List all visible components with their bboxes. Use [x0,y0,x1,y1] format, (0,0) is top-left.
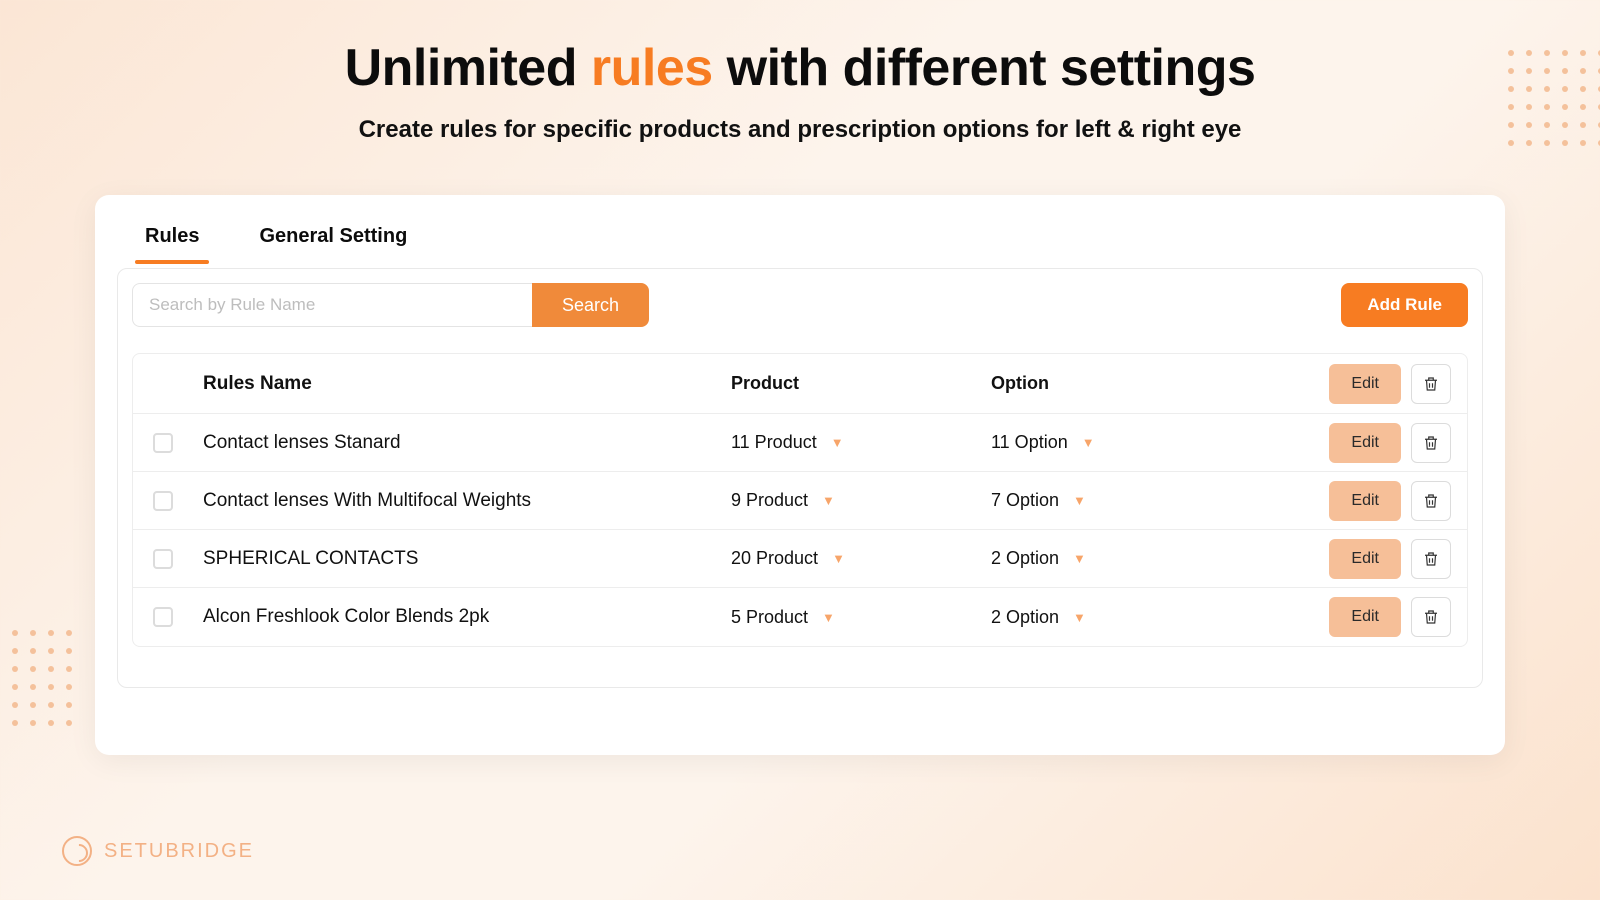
edit-button[interactable]: Edit [1329,539,1401,579]
header-actions: Edit [1251,364,1451,404]
row-checkbox[interactable] [153,549,173,569]
edit-button[interactable]: Edit [1329,423,1401,463]
trash-icon [1422,375,1440,393]
delete-button[interactable] [1411,364,1451,404]
row-checkbox[interactable] [153,607,173,627]
rules-card: Rules General Setting Search Add Rule Ru… [95,195,1505,755]
table-row: Contact lenses With Multifocal Weights 9… [133,472,1467,530]
row-checkbox[interactable] [153,433,173,453]
search-input[interactable] [132,283,532,327]
tab-rules[interactable]: Rules [145,225,199,262]
search-group: Search [132,283,649,327]
toolbar: Search Add Rule [132,283,1468,327]
product-count: 20 Product [731,548,818,569]
tabs: Rules General Setting [117,225,1483,262]
title-post: with different settings [713,39,1256,97]
brand-name: SETUBRIDGE [104,840,254,863]
table-row: Alcon Freshlook Color Blends 2pk 5 Produ… [133,588,1467,646]
search-button[interactable]: Search [532,283,649,327]
header-option: Option [991,373,1251,394]
row-checkbox[interactable] [153,491,173,511]
delete-button[interactable] [1411,539,1451,579]
chevron-down-icon[interactable]: ▼ [822,493,835,508]
header-product: Product [731,373,991,394]
chevron-down-icon[interactable]: ▼ [1073,551,1086,566]
table-header-row: Rules Name Product Option Edit [133,354,1467,414]
brand-mark-icon [62,836,92,866]
delete-button[interactable] [1411,481,1451,521]
edit-button[interactable]: Edit [1329,481,1401,521]
trash-icon [1422,608,1440,626]
brand-logo: SETUBRIDGE [62,836,254,866]
rule-name: Contact lenses With Multifocal Weights [193,490,731,512]
product-count: 9 Product [731,490,808,511]
page-title: Unlimited rules with different settings [0,38,1600,98]
title-accent: rules [591,39,713,97]
edit-button[interactable]: Edit [1329,364,1401,404]
rules-table: Rules Name Product Option Edit Contact l… [132,353,1468,647]
chevron-down-icon[interactable]: ▼ [1073,493,1086,508]
product-count: 11 Product [731,432,817,453]
option-count: 2 Option [991,607,1059,628]
chevron-down-icon[interactable]: ▼ [1082,435,1095,450]
edit-button[interactable]: Edit [1329,597,1401,637]
decorative-dots [0,630,72,726]
chevron-down-icon[interactable]: ▼ [831,435,844,450]
trash-icon [1422,492,1440,510]
table-row: SPHERICAL CONTACTS 20 Product ▼ 2 Option ▼… [133,530,1467,588]
trash-icon [1422,550,1440,568]
chevron-down-icon[interactable]: ▼ [822,610,835,625]
add-rule-button[interactable]: Add Rule [1341,283,1468,327]
rules-panel: Search Add Rule Rules Name Product Optio… [117,268,1483,688]
trash-icon [1422,434,1440,452]
product-count: 5 Product [731,607,808,628]
page-heading: Unlimited rules with different settings … [0,0,1600,144]
option-count: 7 Option [991,490,1059,511]
chevron-down-icon[interactable]: ▼ [832,551,845,566]
page-subtitle: Create rules for specific products and p… [0,116,1600,144]
rule-name: Contact lenses Stanard [193,432,731,454]
option-count: 2 Option [991,548,1059,569]
chevron-down-icon[interactable]: ▼ [1073,610,1086,625]
rule-name: Alcon Freshlook Color Blends 2pk [193,606,731,628]
option-count: 11 Option [991,432,1068,453]
delete-button[interactable] [1411,423,1451,463]
title-pre: Unlimited [345,39,591,97]
decorative-dots [1508,50,1600,146]
header-rules-name: Rules Name [193,373,731,395]
table-row: Contact lenses Stanard 11 Product ▼ 11 Op… [133,414,1467,472]
rule-name: SPHERICAL CONTACTS [193,548,731,570]
delete-button[interactable] [1411,597,1451,637]
tab-general-setting[interactable]: General Setting [259,225,407,262]
